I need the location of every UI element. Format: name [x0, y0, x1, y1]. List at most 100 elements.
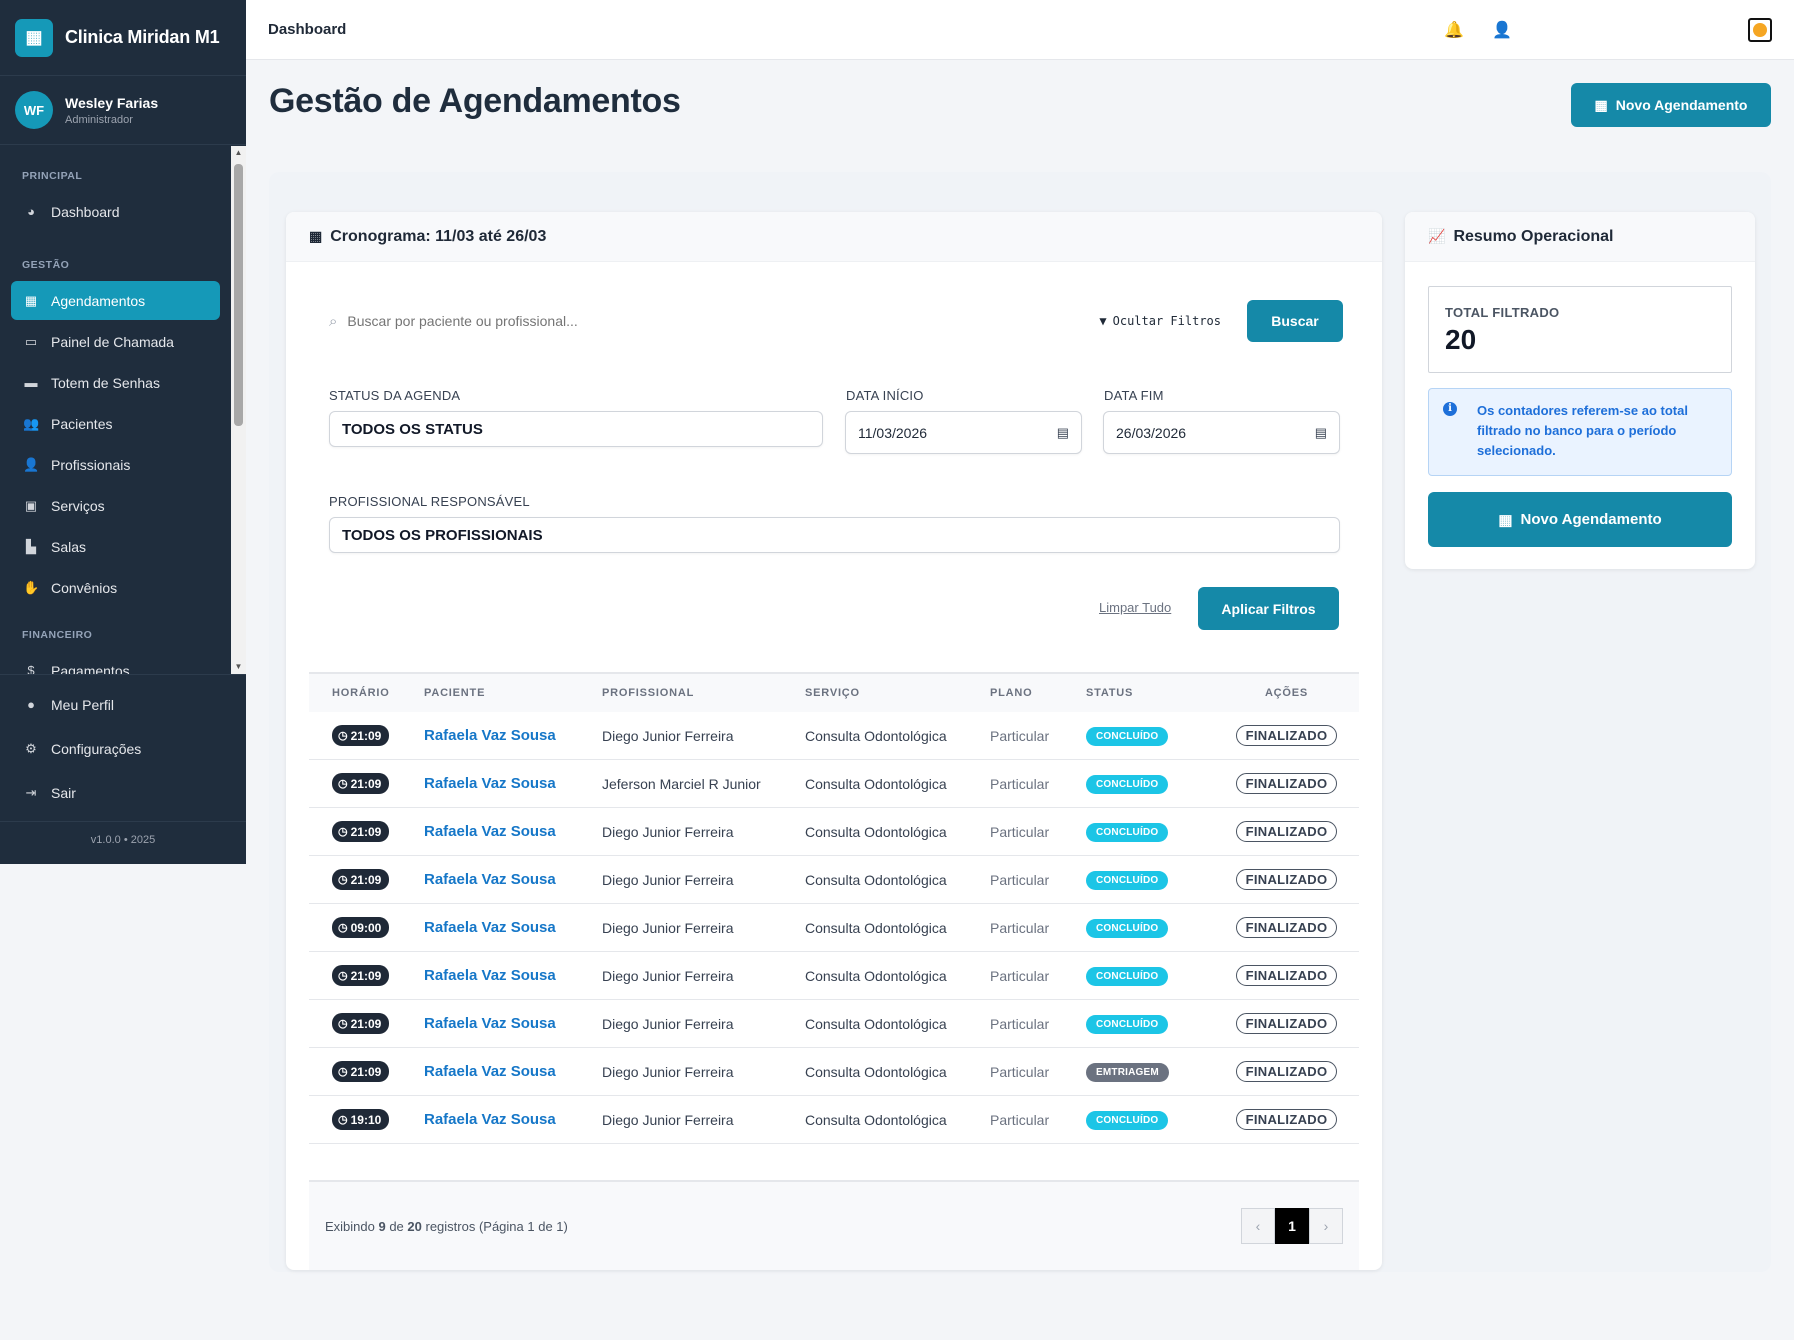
next-page-button[interactable]: › [1309, 1208, 1343, 1244]
new-appointment-side-button[interactable]: ▦ Novo Agendamento [1428, 492, 1732, 547]
table-row[interactable]: ◷ 19:10 Rafaela Vaz Sousa Diego Junior Ferr… [309, 1096, 1359, 1144]
action-badge[interactable]: FINALIZADO [1235, 773, 1338, 794]
theme-toggle-icon[interactable] [1748, 17, 1772, 42]
sidebar-item-dashboard[interactable]: ◕ Dashboard [11, 192, 220, 231]
brand[interactable]: ▦ Clinica Miridan M1 [0, 0, 246, 76]
patient-link[interactable]: Rafaela Vaz Sousa [424, 727, 556, 744]
nav-section-financeiro: FINANCEIRO [22, 629, 93, 641]
sidebar-scrollbar[interactable]: ▲ ▼ [231, 146, 246, 674]
scrollbar-thumb[interactable] [234, 164, 243, 426]
search-button[interactable]: Buscar [1247, 300, 1343, 342]
patient-link[interactable]: Rafaela Vaz Sousa [424, 1111, 556, 1128]
patient-link[interactable]: Rafaela Vaz Sousa [424, 775, 556, 792]
professional-cell: Diego Junior Ferreira [602, 919, 734, 936]
table-row[interactable]: ◷ 21:09 Rafaela Vaz Sousa Jeferson Marciel … [309, 760, 1359, 808]
time-badge: ◷ 21:09 [332, 773, 390, 794]
sidebar-item-agendamentos[interactable]: ▦ Agendamentos [11, 281, 220, 320]
table-row[interactable]: ◷ 21:09 Rafaela Vaz Sousa Diego Junior Ferr… [309, 952, 1359, 1000]
action-badge[interactable]: FINALIZADO [1235, 725, 1338, 746]
professional-select[interactable]: TODOS OS PROFISSIONAIS [329, 517, 1340, 553]
patient-link[interactable]: Rafaela Vaz Sousa [424, 871, 556, 888]
sidebar-item-servicos[interactable]: ▣ Serviços [11, 486, 220, 525]
action-badge[interactable]: FINALIZADO [1235, 1109, 1338, 1130]
action-badge[interactable]: FINALIZADO [1235, 965, 1338, 986]
sidebar-item-label: Painel de Chamada [51, 333, 174, 350]
filter-icon: ▼ [1099, 314, 1107, 328]
plan-cell: Particular [990, 775, 1050, 792]
new-appointment-button[interactable]: ▦ Novo Agendamento [1571, 83, 1771, 127]
sidebar-item-salas[interactable]: ▙ Salas [11, 527, 220, 566]
sidebar-item-profissionais[interactable]: 👤 Profissionais [11, 445, 220, 484]
time-badge: ◷ 21:09 [332, 965, 390, 986]
clear-filters-link[interactable]: Limpar Tudo [1099, 600, 1171, 615]
service-cell: Consulta Odontológica [805, 1063, 947, 1080]
table-row[interactable]: ◷ 21:09 Rafaela Vaz Sousa Diego Junior Ferr… [309, 856, 1359, 904]
sidebar-item-perfil[interactable]: ● Meu Perfil [11, 685, 235, 724]
clock-icon: ◷ [338, 874, 348, 886]
end-date-field[interactable]: 26/03/2026 ▤ [1103, 411, 1340, 454]
clock-icon: ◷ [338, 1114, 348, 1126]
table-row[interactable]: ◷ 21:09 Rafaela Vaz Sousa Diego Junior Ferr… [309, 1048, 1359, 1096]
topbar-spacer [1540, 23, 1720, 37]
patient-link[interactable]: Rafaela Vaz Sousa [424, 1063, 556, 1080]
table-row[interactable]: ◷ 21:09 Rafaela Vaz Sousa Diego Junior Ferr… [309, 712, 1359, 760]
sidebar-item-pagamentos[interactable]: $ Pagamentos [11, 651, 220, 675]
action-badge[interactable]: FINALIZADO [1235, 1061, 1338, 1082]
action-badge[interactable]: FINALIZADO [1235, 1013, 1338, 1034]
user-card[interactable]: WF Wesley Farias Administrador [0, 76, 246, 145]
sidebar-item-label: Agendamentos [51, 292, 146, 309]
user-name: Wesley Farias [65, 94, 159, 111]
appointments-table: HORÁRIO PACIENTE PROFISSIONAL SERVIÇO PL… [309, 672, 1359, 1144]
col-horario[interactable]: HORÁRIO [309, 687, 424, 699]
toggle-filters-button[interactable]: ▼ Ocultar Filtros [1099, 314, 1221, 328]
clock-icon: ◷ [338, 970, 348, 982]
sidebar-nav[interactable]: PRINCIPAL ◕ Dashboard GESTÃO ▦ Agendamen… [0, 146, 231, 674]
schedule-card: ▦ Cronograma: 11/03 até 26/03 ⌕ ▼ Oculta… [286, 212, 1382, 1270]
briefcase-medical-icon: ▣ [24, 497, 38, 513]
sidebar-item-pacientes[interactable]: 👥 Pacientes [11, 404, 220, 443]
page-button-current[interactable]: 1 [1275, 1208, 1309, 1244]
sidebar-item-convenios[interactable]: ✋ Convênios [11, 568, 220, 607]
schedule-header: ▦ Cronograma: 11/03 até 26/03 [286, 212, 1382, 262]
scroll-up-icon[interactable]: ▲ [231, 146, 246, 160]
start-date-field[interactable]: 11/03/2026 ▤ [845, 411, 1082, 454]
table-row[interactable]: ◷ 21:09 Rafaela Vaz Sousa Diego Junior Ferr… [309, 1000, 1359, 1048]
calendar-picker-icon[interactable]: ▤ [1315, 425, 1327, 441]
status-badge: CONCLUÍDO [1086, 966, 1169, 986]
col-paciente[interactable]: PACIENTE [424, 687, 602, 699]
status-select[interactable]: TODOS OS STATUS [329, 411, 823, 447]
table-row[interactable]: ◷ 21:09 Rafaela Vaz Sousa Diego Junior Ferr… [309, 808, 1359, 856]
col-servico[interactable]: SERVIÇO [805, 687, 990, 699]
user-icon[interactable]: 👤 [1492, 20, 1512, 40]
action-badge[interactable]: FINALIZADO [1235, 917, 1338, 938]
scroll-down-icon[interactable]: ▼ [231, 660, 246, 674]
sidebar-item-totem[interactable]: ▬ Totem de Senhas [11, 363, 220, 402]
end-date-value: 26/03/2026 [1116, 424, 1187, 441]
bell-icon[interactable]: 🔔 [1444, 20, 1464, 40]
nav-section-principal: PRINCIPAL [22, 170, 83, 182]
status-badge: CONCLUÍDO [1086, 870, 1169, 890]
sidebar-item-painel[interactable]: ▭ Painel de Chamada [11, 322, 220, 361]
patient-link[interactable]: Rafaela Vaz Sousa [424, 967, 556, 984]
sidebar-item-config[interactable]: ⚙ Configurações [11, 729, 235, 768]
col-profissional[interactable]: PROFISSIONAL [602, 687, 805, 699]
patient-link[interactable]: Rafaela Vaz Sousa [424, 823, 556, 840]
action-badge[interactable]: FINALIZADO [1235, 869, 1338, 890]
prev-page-button[interactable]: ‹ [1241, 1208, 1275, 1244]
sidebar-item-sair[interactable]: ⇥ Sair [11, 773, 235, 812]
col-status[interactable]: STATUS [1086, 687, 1214, 699]
user-doctor-icon: 👤 [23, 456, 40, 472]
sidebar-item-label: Salas [51, 538, 87, 555]
patient-link[interactable]: Rafaela Vaz Sousa [424, 919, 556, 936]
search-input[interactable] [347, 313, 1048, 329]
action-badge[interactable]: FINALIZADO [1235, 821, 1338, 842]
apply-filters-button[interactable]: Aplicar Filtros [1198, 587, 1339, 630]
start-date-value: 11/03/2026 [858, 424, 928, 441]
time-badge: ◷ 21:09 [332, 725, 390, 746]
time-value: 21:09 [350, 824, 382, 839]
calendar-picker-icon[interactable]: ▤ [1057, 425, 1069, 441]
col-plano[interactable]: PLANO [990, 687, 1086, 699]
sidebar: ▦ Clinica Miridan M1 WF Wesley Farias Ad… [0, 0, 246, 864]
table-row[interactable]: ◷ 09:00 Rafaela Vaz Sousa Diego Junior Ferr… [309, 904, 1359, 952]
patient-link[interactable]: Rafaela Vaz Sousa [424, 1015, 556, 1032]
